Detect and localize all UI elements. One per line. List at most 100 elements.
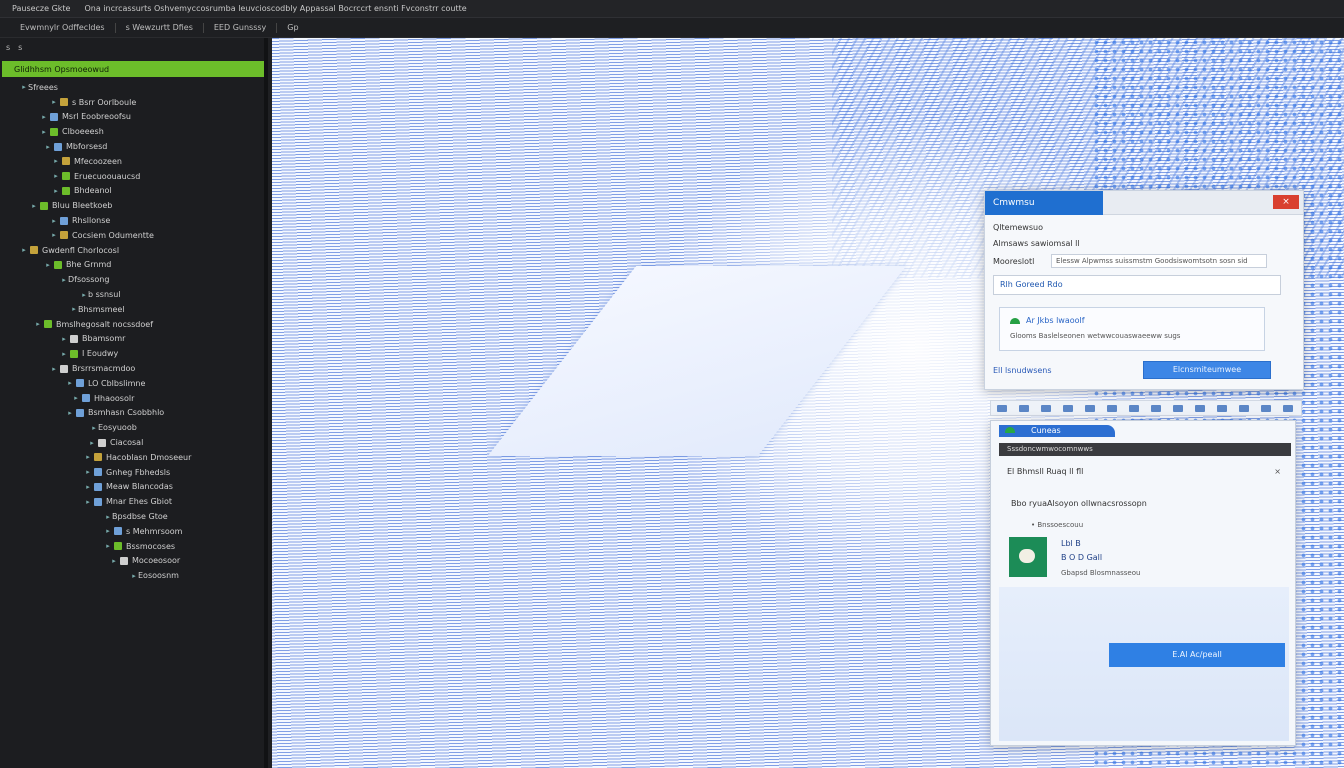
tool-icon[interactable] xyxy=(1195,404,1205,412)
tool-icon[interactable] xyxy=(1217,404,1227,412)
chevron-right-icon[interactable]: ▸ xyxy=(110,557,118,565)
close-icon[interactable]: × xyxy=(1274,467,1281,476)
dialog-footer-label[interactable]: Ell lsnudwsens xyxy=(993,366,1052,375)
chevron-right-icon[interactable]: ▸ xyxy=(50,98,58,106)
tree-row[interactable]: ▸ Bpsdbse Gtoe xyxy=(0,509,268,524)
tool-icon[interactable] xyxy=(1261,404,1271,412)
chevron-right-icon[interactable]: ▸ xyxy=(50,365,58,373)
primary-button[interactable]: Elcnsmiteumwee xyxy=(1143,361,1271,379)
chevron-right-icon[interactable]: ▸ xyxy=(50,231,58,239)
close-button[interactable]: × xyxy=(1273,195,1299,209)
toolbar-item-2[interactable]: s Wewzurtt Dfies xyxy=(126,23,193,32)
tree-row[interactable]: ▸ Dfsossong xyxy=(0,272,268,287)
tree-row[interactable]: ▸ Bhdeanol xyxy=(0,184,268,199)
dialog-text-field[interactable]: Elessw Alpwmss suissmstm Goodsiswomtsotn… xyxy=(1051,254,1267,268)
path-input[interactable]: Rlh Goreed Rdo xyxy=(993,275,1281,295)
tree-row[interactable]: ▸ Mfecoozeen xyxy=(0,154,268,169)
chevron-right-icon[interactable]: ▸ xyxy=(80,291,88,299)
toolbar-item-3[interactable]: EED Gunsssy xyxy=(214,23,266,32)
tree-row[interactable]: ▸ Bssmocoses xyxy=(0,539,268,554)
file-icon xyxy=(114,542,122,551)
tree-row[interactable]: ▸ b ssnsul xyxy=(0,287,268,302)
tool-icon[interactable] xyxy=(1283,404,1293,412)
tree-row[interactable]: ▸ Bsmhasn Csobbhlo xyxy=(0,406,268,421)
tool-icon[interactable] xyxy=(1085,404,1095,412)
tree-row[interactable]: ▸ Sfreees xyxy=(0,80,268,95)
tool-icon[interactable] xyxy=(1173,404,1183,412)
tool-icon[interactable] xyxy=(1041,404,1051,412)
chevron-right-icon[interactable]: ▸ xyxy=(130,572,138,580)
chevron-right-icon[interactable]: ▸ xyxy=(104,527,112,535)
tree-row[interactable]: ▸ Mocoeosoor xyxy=(0,554,268,569)
toolbar-item-1[interactable]: Evwmnylr Odffecldes xyxy=(20,23,105,32)
chevron-right-icon[interactable]: ▸ xyxy=(44,143,52,151)
chevron-right-icon[interactable]: ▸ xyxy=(60,350,68,358)
tool-icon[interactable] xyxy=(1151,404,1161,412)
tree-row[interactable]: ▸ Gwdenfl Chorlocosl xyxy=(0,243,268,258)
tool-icon[interactable] xyxy=(1107,404,1117,412)
tree-row[interactable]: ▸ Mbforsesd xyxy=(0,139,268,154)
tree-row[interactable]: ▸ Bhe Grnmd xyxy=(0,258,268,273)
tree-row[interactable]: ▸ Bluu Bleetkoeb xyxy=(0,198,268,213)
tree-row[interactable]: ▸ Bmslhegosalt nocssdoef xyxy=(0,317,268,332)
chevron-right-icon[interactable]: ▸ xyxy=(34,320,42,328)
tree-row[interactable]: ▸ I Eoudwy xyxy=(0,346,268,361)
chevron-right-icon[interactable]: ▸ xyxy=(44,261,52,269)
tree-row[interactable]: ▸ Eruecuoouaucsd xyxy=(0,169,268,184)
tree-row[interactable]: ▸ Clboeeesh xyxy=(0,124,268,139)
tree-row[interactable]: ▸ Eosoosnm xyxy=(0,568,268,583)
tree-row[interactable]: ▸ LO Cblbslimne xyxy=(0,376,268,391)
chevron-right-icon[interactable]: ▸ xyxy=(30,202,38,210)
tool-icon[interactable] xyxy=(997,404,1007,412)
chevron-right-icon[interactable]: ▸ xyxy=(60,276,68,284)
tool-icon[interactable] xyxy=(1129,404,1139,412)
chevron-right-icon[interactable]: ▸ xyxy=(52,187,60,195)
tree-row[interactable]: ▸ Bhsmsmeel xyxy=(0,302,268,317)
tree-row[interactable]: ▸ Brsrrsmacmdoo xyxy=(0,361,268,376)
chevron-right-icon[interactable]: ▸ xyxy=(104,513,112,521)
chevron-right-icon[interactable]: ▸ xyxy=(20,83,28,91)
tree-row[interactable]: ▸ s Bsrr Oorlboule xyxy=(0,95,268,110)
chevron-right-icon[interactable]: ▸ xyxy=(84,453,92,461)
chevron-right-icon[interactable]: ▸ xyxy=(84,468,92,476)
app-tile[interactable] xyxy=(1009,537,1047,577)
chevron-right-icon[interactable]: ▸ xyxy=(70,305,78,313)
tree-row[interactable]: ▸ Eosyuoob xyxy=(0,420,268,435)
chevron-right-icon[interactable]: ▸ xyxy=(60,335,68,343)
tree-row[interactable]: ▸ Meaw Blancodas xyxy=(0,480,268,495)
chevron-right-icon[interactable]: ▸ xyxy=(66,409,74,417)
toolbar-item-4[interactable]: Gp xyxy=(287,23,298,32)
chevron-right-icon[interactable]: ▸ xyxy=(72,394,80,402)
tree-row[interactable]: ▸ Ciacosal xyxy=(0,435,268,450)
tree-row[interactable]: ▸ Rhsllonse xyxy=(0,213,268,228)
chevron-right-icon[interactable]: ▸ xyxy=(104,542,112,550)
chevron-right-icon[interactable]: ▸ xyxy=(52,172,60,180)
menu-items[interactable]: Ona incrcassurts Oshvemyccosrumba leuvci… xyxy=(84,4,466,13)
chevron-right-icon[interactable]: ▸ xyxy=(66,379,74,387)
chevron-right-icon[interactable]: ▸ xyxy=(84,498,92,506)
tree-row[interactable]: ▸ Bbamsomr xyxy=(0,332,268,347)
chevron-right-icon[interactable]: ▸ xyxy=(40,128,48,136)
chevron-right-icon[interactable]: ▸ xyxy=(84,483,92,491)
tree-row[interactable]: ▸ Hhaoosolr xyxy=(0,391,268,406)
chevron-right-icon[interactable]: ▸ xyxy=(20,246,28,254)
tree-row[interactable]: ▸ Gnheg Fbhedsls xyxy=(0,465,268,480)
app-menu[interactable]: Pausecze Gkte xyxy=(12,4,70,13)
tool-icon[interactable] xyxy=(1063,404,1073,412)
chevron-right-icon[interactable]: ▸ xyxy=(90,424,98,432)
tree-row[interactable]: ▸ Hacoblasn Dmoseeur xyxy=(0,450,268,465)
chevron-right-icon[interactable]: ▸ xyxy=(52,157,60,165)
chevron-right-icon[interactable]: ▸ xyxy=(88,439,96,447)
chevron-right-icon[interactable]: ▸ xyxy=(40,113,48,121)
info-card[interactable]: Ar Jkbs lwaoolf Glooms Baslelseonen wetw… xyxy=(999,307,1265,351)
tool-icon[interactable] xyxy=(1019,404,1029,412)
tree-row[interactable]: ▸ Cocsiem Odumentte xyxy=(0,228,268,243)
tree-row-label: Eosoosnm xyxy=(138,571,179,581)
tool-icon[interactable] xyxy=(1239,404,1249,412)
tree-selected-row[interactable]: Glidhhsm Opsmoeowud xyxy=(2,61,264,77)
chevron-right-icon[interactable]: ▸ xyxy=(50,217,58,225)
tree-row[interactable]: ▸ s Mehmrsoom xyxy=(0,524,268,539)
tree-row[interactable]: ▸ Mnar Ehes Gbiot xyxy=(0,494,268,509)
action-button[interactable]: E.Al Ac/peall xyxy=(1109,643,1285,667)
tree-row[interactable]: ▸ Msrl Eoobreoofsu xyxy=(0,110,268,125)
